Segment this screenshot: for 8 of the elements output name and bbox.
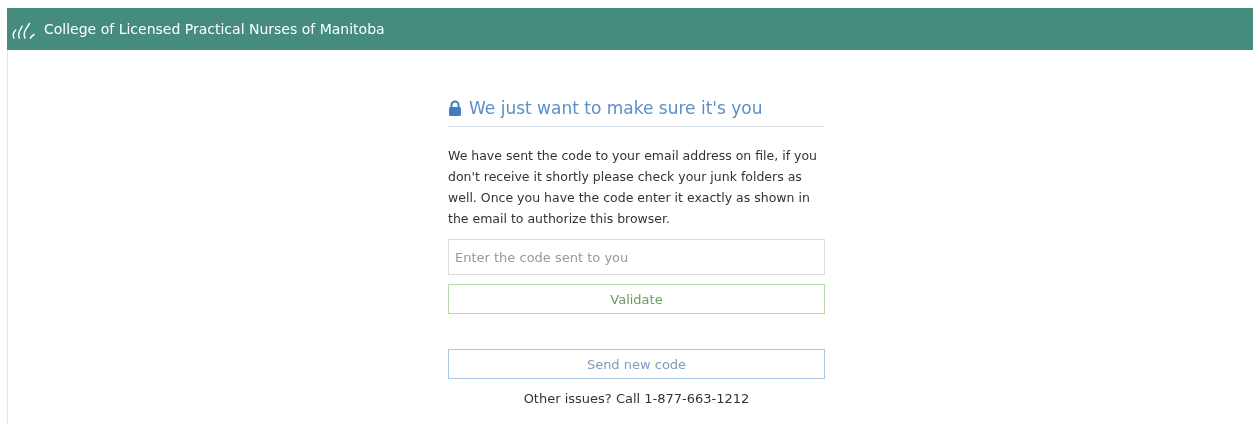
site-title: College of Licensed Practical Nurses of Manitoba — [44, 21, 385, 37]
lock-icon — [448, 100, 462, 116]
support-phone-text: Other issues? Call 1-877-663-1212 — [522, 391, 751, 406]
send-new-code-button[interactable]: Send new code — [448, 349, 825, 379]
code-input-field[interactable]: Enter the code sent to you — [448, 239, 825, 275]
page-heading: We just want to make sure it's you — [469, 98, 763, 118]
validate-button[interactable]: Validate — [448, 284, 825, 314]
instruction-text: We have sent the code to your email address on file, if you don't receive it shortly please check your junk folders as well. Once you have the code enter it exactly as shown in the email to authorize this browser. — [448, 147, 818, 228]
